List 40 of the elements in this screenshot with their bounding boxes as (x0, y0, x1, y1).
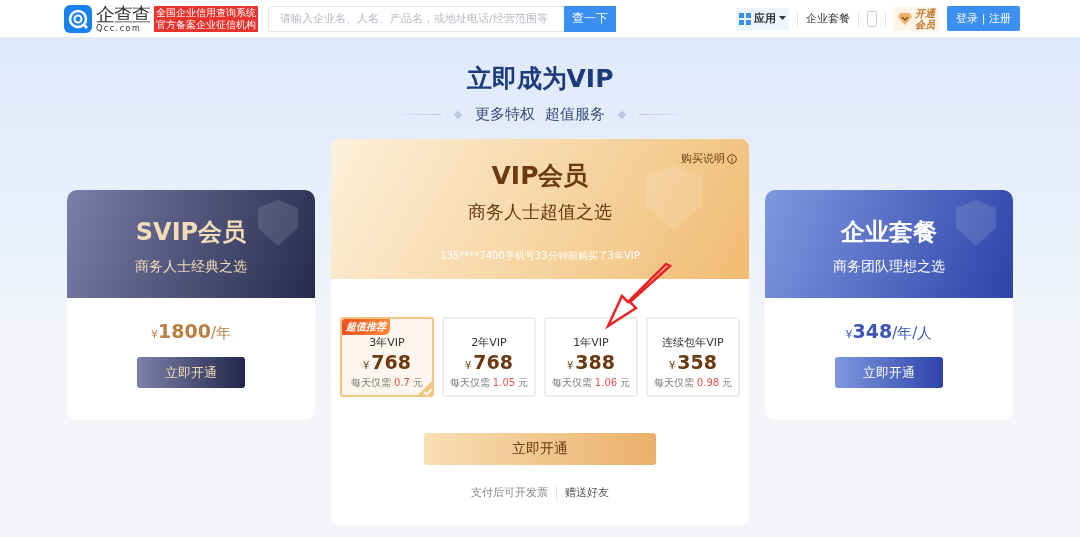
logo-domain: Qcc.com (96, 24, 143, 33)
daily-price: 每天仅需 0.7 元 (350, 376, 424, 390)
daily-price: 每天仅需 0.98 元 (653, 376, 733, 390)
gift-link[interactable]: 赠送好友 (565, 485, 609, 500)
plan-option[interactable]: 连续包年VIP ¥358 每天仅需 0.98 元 (646, 317, 740, 397)
subscribe-button[interactable]: 立即开通 (137, 357, 245, 388)
search-field[interactable]: 请输入企业名、人名、产品名，或地址电话/经营范围等 (268, 5, 564, 32)
plan-subtitle: 商务人士超值之选 (468, 200, 612, 224)
option-price: ¥768 (464, 351, 513, 373)
option-name: 2年VIP (471, 335, 507, 350)
option-name: 1年VIP (573, 335, 609, 350)
plan-title: SVIP会员 (135, 217, 247, 248)
daily-price: 每天仅需 1.05 元 (449, 376, 529, 390)
plan-price: ¥348/年/人 (845, 320, 933, 343)
option-price: ¥388 (566, 351, 615, 373)
purchase-info-link[interactable]: 购买说明 (681, 151, 737, 166)
plan-subtitle: 商务人士经典之选 (135, 258, 247, 276)
plan-option[interactable]: 超值推荐 3年VIP ¥768 每天仅需 0.7 元 (340, 317, 434, 397)
option-name: 连续包年VIP (662, 335, 724, 350)
certification-badge: 全国企业信用查询系统 官方备案企业征信机构 (154, 5, 258, 32)
apps-menu-button[interactable]: 应用 (736, 7, 790, 30)
plan-option[interactable]: 1年VIP ¥388 每天仅需 1.06 元 (544, 317, 638, 397)
plan-price: ¥1800/年 (151, 320, 231, 343)
subscribe-button[interactable]: 立即开通 (835, 357, 943, 388)
option-name: 3年VIP (369, 335, 405, 350)
logo-text[interactable]: 企查查 (96, 4, 150, 24)
daily-price: 每天仅需 1.06 元 (551, 376, 631, 390)
recommend-tag: 超值推荐 (342, 319, 390, 335)
page-subtitle: 更多特权 超值服务 (475, 105, 605, 124)
nav-link[interactable]: 企业套餐 (806, 11, 851, 26)
plan-subtitle: 商务团队理想之选 (833, 258, 945, 276)
plan-title: 企业套餐 (841, 217, 937, 248)
option-price: ¥768 (362, 351, 411, 373)
subscribe-button[interactable]: 立即开通 (424, 433, 656, 465)
page-title: 立即成为VIP (466, 63, 614, 95)
purchase-ticker: 135****7400手机号33分钟前购买了3年VIP (440, 249, 640, 263)
option-price: ¥358 (668, 351, 717, 373)
invoice-link[interactable]: 支付后可开发票 (471, 485, 548, 500)
plan-title: VIP会员 (491, 160, 589, 192)
plan-option[interactable]: 2年VIP ¥768 每天仅需 1.05 元 (442, 317, 536, 397)
